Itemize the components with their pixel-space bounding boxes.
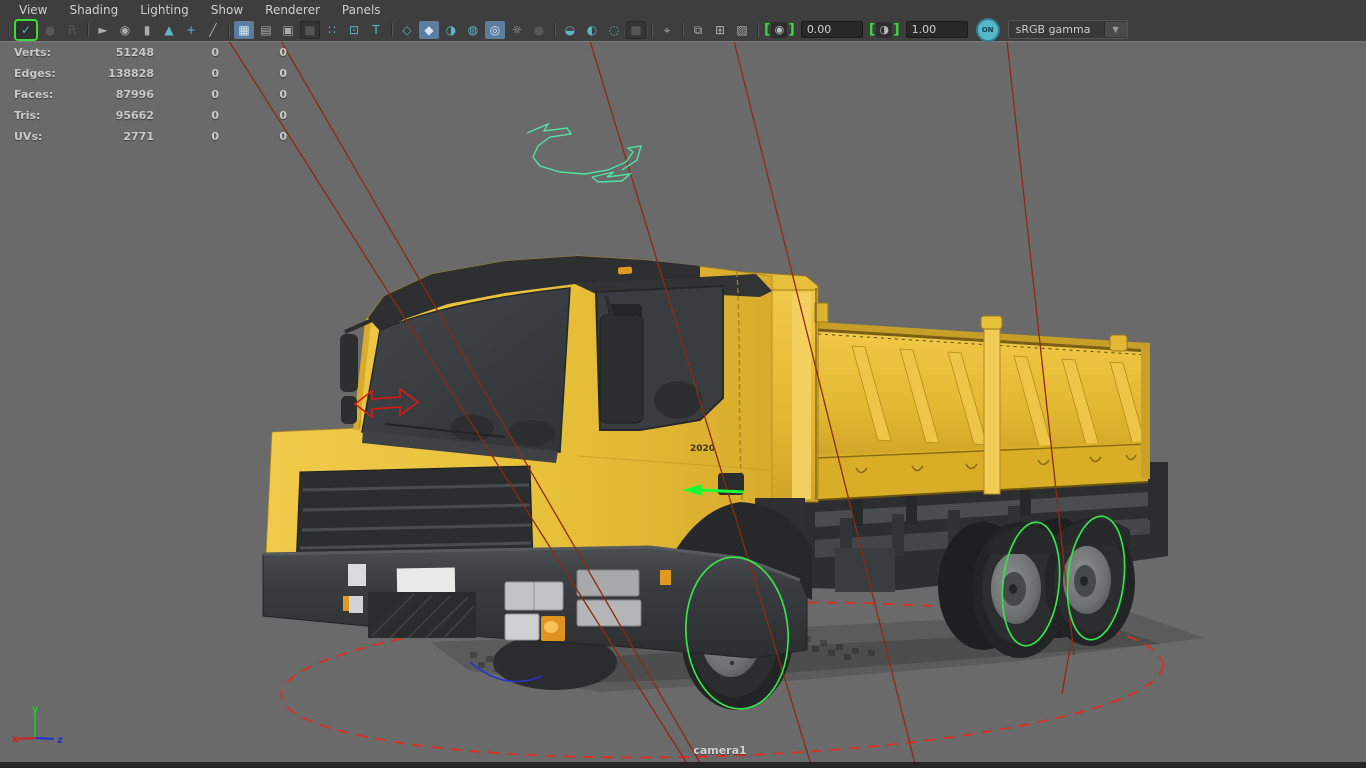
hud-value: 51248 <box>115 46 154 59</box>
hud-row-tris: Tris: 95662 0 0 <box>14 105 287 126</box>
z-axis-line <box>34 737 55 740</box>
wireframe-icon[interactable]: ◇ <box>397 21 417 39</box>
x-axis-line <box>17 737 36 740</box>
menu-view[interactable]: View <box>8 2 58 18</box>
toolbar-separator <box>387 22 396 38</box>
measure-tool-icon[interactable]: ╱ <box>203 21 223 39</box>
hud-value: 87996 <box>115 88 154 101</box>
exposure-field[interactable] <box>800 21 863 38</box>
safe-action-icon[interactable]: ⊡ <box>344 21 364 39</box>
occlusion-icon[interactable]: ◒ <box>560 21 580 39</box>
film-gate-icon[interactable]: ▤ <box>256 21 276 39</box>
toolbar-separator <box>224 22 233 38</box>
isolate-select-icon[interactable]: ⧉ <box>688 21 708 39</box>
right-mirror[interactable] <box>599 314 644 424</box>
hud-row-edges: Edges: 138828 0 0 <box>14 63 287 84</box>
smooth-shade-icon[interactable]: ◆ <box>419 20 439 39</box>
axis-gizmo: y x z <box>12 704 63 746</box>
textured-icon[interactable]: ◍ <box>463 21 483 39</box>
menu-panels[interactable]: Panels <box>331 2 392 18</box>
hud-row-faces: Faces: 87996 0 0 <box>14 84 287 105</box>
hud-col2: 0 <box>279 67 287 80</box>
roof-marker-light <box>617 266 633 275</box>
hud-col2: 0 <box>279 46 287 59</box>
gamma-toggle[interactable]: ON <box>975 17 1000 42</box>
hud-value: 138828 <box>108 67 154 80</box>
menu-renderer[interactable]: Renderer <box>254 2 331 18</box>
hud-col1: 0 <box>211 130 219 143</box>
contrast-field[interactable] <box>905 21 968 38</box>
bed-rear-post <box>1141 349 1150 479</box>
hud-label: Tris: <box>14 109 41 122</box>
gate-mask-icon[interactable]: ■ <box>300 20 320 39</box>
left-mirror-lower[interactable] <box>341 396 357 424</box>
hud-col2: 0 <box>279 130 287 143</box>
field-chart-icon[interactable]: ∷ <box>322 21 342 39</box>
grid-icon[interactable]: ▦ <box>234 20 254 39</box>
default-lighting-icon[interactable]: ☼ <box>507 21 527 39</box>
poly-count-hud: Verts: 51248 0 0 Edges: 138828 0 0 Faces: 87996 0 0… <box>14 42 287 147</box>
dump-bed[interactable] <box>745 271 1150 503</box>
tear-off-copy-icon[interactable]: ⊞ <box>710 21 730 39</box>
menu-show[interactable]: Show <box>200 2 254 18</box>
maya-viewport-window: 2020 View Shading Lighting Show Renderer… <box>0 0 1366 768</box>
x-axis-label: x <box>12 734 19 745</box>
render-region-icon[interactable]: ● <box>40 21 60 39</box>
image-plane-icon[interactable]: ▲ <box>159 21 179 39</box>
exposure-icon[interactable]: [◉] <box>764 21 795 38</box>
hud-col1: 0 <box>211 67 219 80</box>
hud-value: 2771 <box>123 130 154 143</box>
snapshot-icon[interactable]: R <box>62 21 82 39</box>
panel-top-bars: View Shading Lighting Show Renderer Panels ✓ ●… <box>0 0 1366 42</box>
panel-toolbar: ✓●R►◉▮▲+╱▦▤▣■∷⊡T◇◆◑◍◎☼●◒◐◌■⌖⧉⊞▨[◉][◑]ONs… <box>0 17 1366 42</box>
hud-label: Edges: <box>14 67 56 80</box>
look-through-selected-icon[interactable]: ✓ <box>16 20 36 39</box>
use-all-lights-icon[interactable]: ◎ <box>485 20 505 39</box>
bumper-mesh-grille <box>368 592 476 638</box>
toolbar-separator <box>550 22 559 38</box>
hud-label: Verts: <box>14 46 52 59</box>
object-select-icon[interactable]: ⌖ <box>657 21 677 39</box>
z-axis-label: z <box>57 735 63 746</box>
hud-label: UVs: <box>14 130 43 143</box>
viewport-bottom-edge <box>0 762 1366 768</box>
shadows-icon[interactable]: ● <box>529 21 549 39</box>
hud-value: 95662 <box>115 109 154 122</box>
motion-blur-icon[interactable]: ◐ <box>582 21 602 39</box>
hud-row-verts: Verts: 51248 0 0 <box>14 42 287 63</box>
panel-menu-bar: View Shading Lighting Show Renderer Panels <box>0 0 1366 19</box>
hud-col1: 0 <box>211 109 219 122</box>
toolbar-separator <box>678 22 687 38</box>
toolbar-separator <box>83 22 92 38</box>
colorspace-dropdown[interactable]: sRGB gamma ▼ <box>1007 20 1128 39</box>
hud-col2: 0 <box>279 88 287 101</box>
menu-lighting[interactable]: Lighting <box>129 2 200 18</box>
depth-of-field-icon[interactable]: ■ <box>626 20 646 39</box>
left-mirror-upper[interactable] <box>340 334 358 392</box>
toolbar-separator <box>647 22 656 38</box>
anti-alias-icon[interactable]: ◌ <box>604 21 624 39</box>
toolbar-separator <box>4 22 13 38</box>
y-axis-label: y <box>32 704 39 715</box>
door-year-label: 2020 <box>690 444 715 454</box>
camera-attributes-icon[interactable]: ◉ <box>115 21 135 39</box>
chevron-down-icon: ▼ <box>1103 22 1127 37</box>
hud-row-uvs: UVs: 2771 0 0 <box>14 126 287 147</box>
hud-label: Faces: <box>14 88 54 101</box>
camera-name-label: camera1 <box>693 744 747 757</box>
select-camera-icon[interactable]: ► <box>93 21 113 39</box>
hud-col1: 0 <box>211 46 219 59</box>
toolbar-separator <box>753 22 762 38</box>
menu-shading[interactable]: Shading <box>58 2 129 18</box>
hud-col2: 0 <box>279 109 287 122</box>
flat-shade-icon[interactable]: ◑ <box>441 21 461 39</box>
bed-side-post <box>983 325 1001 495</box>
image-output-icon[interactable]: ▨ <box>732 21 752 39</box>
contrast-icon[interactable]: [◑] <box>869 21 900 38</box>
safe-title-icon[interactable]: T <box>366 21 386 39</box>
hud-col1: 0 <box>211 88 219 101</box>
pan-zoom-icon[interactable]: + <box>181 21 201 39</box>
resolution-gate-icon[interactable]: ▣ <box>278 21 298 39</box>
bookmark-icon[interactable]: ▮ <box>137 21 157 39</box>
